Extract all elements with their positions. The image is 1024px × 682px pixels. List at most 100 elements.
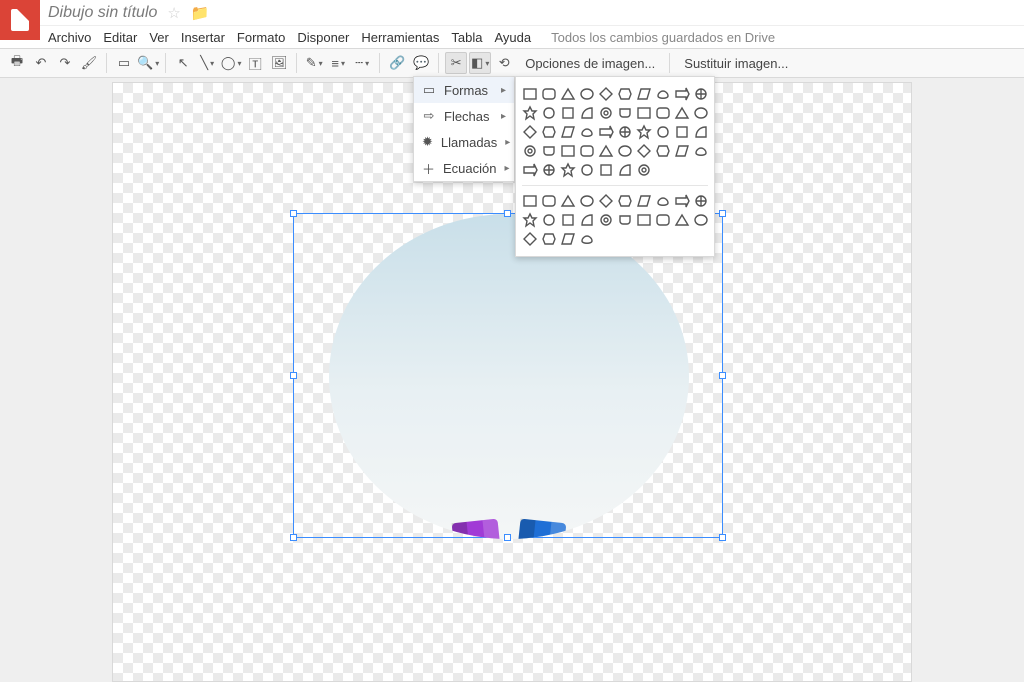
- handle-mid-right[interactable]: [719, 372, 726, 379]
- shape-option[interactable]: [560, 231, 576, 247]
- paint-format-button[interactable]: 🖌: [78, 52, 100, 74]
- line-weight-button[interactable]: ≡▾: [327, 52, 349, 74]
- shape-tool[interactable]: ◯▾: [220, 52, 242, 74]
- shape-option[interactable]: [598, 143, 614, 159]
- shape-option[interactable]: [541, 86, 557, 102]
- undo-button[interactable]: ↶: [30, 52, 52, 74]
- shape-option[interactable]: [579, 231, 595, 247]
- shape-option[interactable]: [522, 231, 538, 247]
- crop-button[interactable]: ✂: [445, 52, 467, 74]
- handle-mid-left[interactable]: [290, 372, 297, 379]
- shape-option[interactable]: [522, 162, 538, 178]
- textbox-tool[interactable]: 🅃: [244, 52, 266, 74]
- shape-option[interactable]: [617, 212, 633, 228]
- shape-option[interactable]: [693, 143, 709, 159]
- document-title[interactable]: Dibujo sin título: [48, 4, 157, 22]
- shape-option[interactable]: [617, 143, 633, 159]
- shape-option[interactable]: [636, 86, 652, 102]
- shape-option[interactable]: [522, 124, 538, 140]
- shape-option[interactable]: [598, 162, 614, 178]
- shape-option[interactable]: [579, 86, 595, 102]
- shape-option[interactable]: [636, 193, 652, 209]
- shape-option[interactable]: [522, 212, 538, 228]
- shape-option[interactable]: [693, 193, 709, 209]
- shape-option[interactable]: [541, 212, 557, 228]
- shape-option[interactable]: [693, 86, 709, 102]
- handle-bot-right[interactable]: [719, 534, 726, 541]
- shape-option[interactable]: [598, 86, 614, 102]
- shape-option[interactable]: [579, 143, 595, 159]
- shape-option[interactable]: [655, 193, 671, 209]
- shape-option[interactable]: [617, 86, 633, 102]
- shape-option[interactable]: [617, 162, 633, 178]
- reset-image-button[interactable]: ⟲: [493, 52, 515, 74]
- menu-formato[interactable]: Formato: [237, 30, 285, 45]
- shape-option[interactable]: [674, 193, 690, 209]
- masked-image[interactable]: [329, 214, 689, 539]
- shape-option[interactable]: [579, 105, 595, 121]
- shape-option[interactable]: [617, 124, 633, 140]
- print-button[interactable]: 🖶: [6, 52, 28, 74]
- handle-top-mid[interactable]: [504, 210, 511, 217]
- selection-box[interactable]: [293, 213, 723, 538]
- shape-option[interactable]: [522, 86, 538, 102]
- handle-bot-mid[interactable]: [504, 534, 511, 541]
- shape-option[interactable]: [655, 86, 671, 102]
- menu-ver[interactable]: Ver: [149, 30, 169, 45]
- shape-option[interactable]: [579, 212, 595, 228]
- shape-option[interactable]: [636, 162, 652, 178]
- line-dash-button[interactable]: ┄▾: [351, 52, 373, 74]
- shape-option[interactable]: [636, 105, 652, 121]
- shape-option[interactable]: [560, 162, 576, 178]
- shape-option[interactable]: [522, 193, 538, 209]
- shape-option[interactable]: [560, 143, 576, 159]
- comment-button[interactable]: 💬: [410, 52, 432, 74]
- shape-option[interactable]: [674, 86, 690, 102]
- menu-tabla[interactable]: Tabla: [451, 30, 482, 45]
- shape-option[interactable]: [560, 212, 576, 228]
- shape-option[interactable]: [560, 105, 576, 121]
- line-color-button[interactable]: ✎▾: [303, 52, 325, 74]
- shape-option[interactable]: [598, 212, 614, 228]
- shape-option[interactable]: [636, 124, 652, 140]
- menu-ayuda[interactable]: Ayuda: [494, 30, 531, 45]
- handle-top-right[interactable]: [719, 210, 726, 217]
- shape-option[interactable]: [560, 124, 576, 140]
- submenu-llamadas[interactable]: ✹ Llamadas ▸: [414, 129, 514, 155]
- shape-option[interactable]: [579, 124, 595, 140]
- shape-option[interactable]: [655, 105, 671, 121]
- submenu-ecuacion[interactable]: ＋ Ecuación ▸: [414, 155, 514, 181]
- shape-option[interactable]: [541, 143, 557, 159]
- menu-herramientas[interactable]: Herramientas: [361, 30, 439, 45]
- shape-option[interactable]: [674, 212, 690, 228]
- submenu-formas[interactable]: ▭ Formas ▸: [414, 77, 514, 103]
- shape-option[interactable]: [598, 105, 614, 121]
- shape-option[interactable]: [541, 124, 557, 140]
- handle-bot-left[interactable]: [290, 534, 297, 541]
- shape-option[interactable]: [522, 105, 538, 121]
- shape-option[interactable]: [522, 143, 538, 159]
- menu-insertar[interactable]: Insertar: [181, 30, 225, 45]
- shape-option[interactable]: [617, 105, 633, 121]
- link-button[interactable]: 🔗: [386, 52, 408, 74]
- shape-option[interactable]: [674, 105, 690, 121]
- fit-button[interactable]: ▭: [113, 52, 135, 74]
- shape-option[interactable]: [598, 124, 614, 140]
- shape-option[interactable]: [636, 212, 652, 228]
- shape-option[interactable]: [541, 231, 557, 247]
- shape-option[interactable]: [560, 193, 576, 209]
- star-icon[interactable]: ☆: [167, 4, 180, 22]
- image-options-button[interactable]: Opciones de imagen...: [517, 52, 663, 74]
- mask-button[interactable]: ◧▾: [469, 52, 491, 74]
- shape-option[interactable]: [674, 124, 690, 140]
- shape-option[interactable]: [655, 143, 671, 159]
- folder-icon[interactable]: 📁: [191, 4, 210, 22]
- shape-option[interactable]: [693, 124, 709, 140]
- shape-option[interactable]: [579, 162, 595, 178]
- menu-archivo[interactable]: Archivo: [48, 30, 91, 45]
- replace-image-button[interactable]: Sustituir imagen...: [676, 52, 796, 74]
- redo-button[interactable]: ↷: [54, 52, 76, 74]
- select-tool[interactable]: ↖: [172, 52, 194, 74]
- zoom-button[interactable]: 🔍▾: [137, 52, 159, 74]
- shape-option[interactable]: [541, 105, 557, 121]
